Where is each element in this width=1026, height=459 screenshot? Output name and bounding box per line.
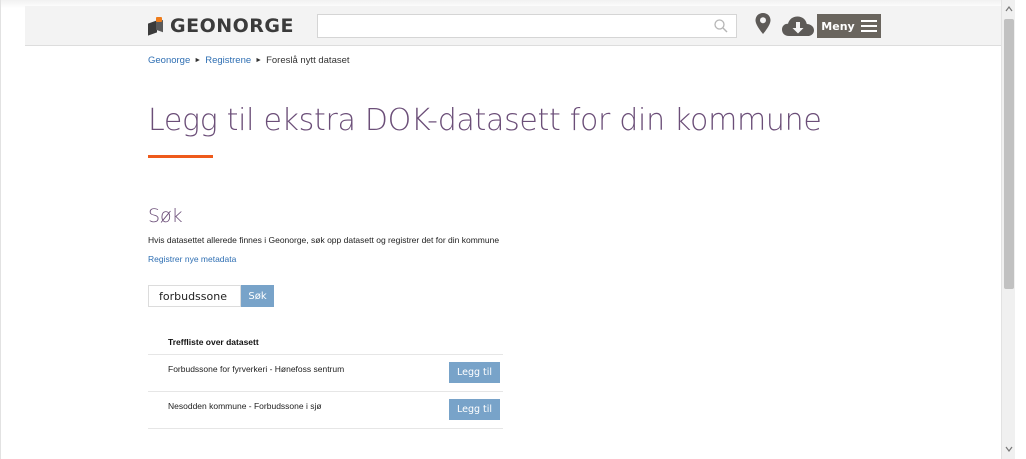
register-metadata-link[interactable]: Registrer nye metadata xyxy=(148,254,236,264)
window-edge xyxy=(1015,0,1026,459)
breadcrumb-separator: ► xyxy=(194,57,202,64)
logo-text: GEONORGE xyxy=(170,15,294,37)
result-name: Nesodden kommune - Forbudssone i sjø xyxy=(168,401,322,411)
add-dataset-button[interactable]: Legg til xyxy=(449,399,500,420)
geonorge-logo[interactable]: GEONORGE xyxy=(148,14,294,38)
cloud-download-icon[interactable] xyxy=(781,15,815,37)
scroll-up-arrow-icon[interactable] xyxy=(1004,4,1014,14)
scrollbar-thumb[interactable] xyxy=(1004,19,1014,289)
add-dataset-button[interactable]: Legg til xyxy=(449,362,500,383)
browser-window: GEONORGE Meny Geonorge ► Registrene ► Fo… xyxy=(0,0,1026,459)
breadcrumb-current: Foreslå nytt dataset xyxy=(266,55,350,66)
search-button[interactable]: Søk xyxy=(241,285,274,307)
results-table: Treffliste over datasett Forbudssone for… xyxy=(148,330,503,429)
location-pin-icon[interactable] xyxy=(754,12,772,36)
page-title: Legg til ekstra DOK-datasett for din kom… xyxy=(148,103,822,138)
breadcrumb-link-geonorge[interactable]: Geonorge xyxy=(148,55,190,66)
search-icon[interactable] xyxy=(714,19,728,33)
search-description: Hvis datasettet allerede finnes i Geonor… xyxy=(148,235,500,245)
title-underline xyxy=(148,155,213,158)
breadcrumb-separator: ► xyxy=(255,57,263,64)
result-name: Forbudssone for fyrverkeri - Hønefoss se… xyxy=(168,364,345,374)
vertical-scrollbar[interactable] xyxy=(1001,0,1015,459)
site-search-input[interactable] xyxy=(317,14,737,38)
search-section-heading: Søk xyxy=(148,205,183,227)
dataset-search-input[interactable] xyxy=(148,285,241,307)
result-row: Nesodden kommune - Forbudssone i sjø Leg… xyxy=(148,392,503,429)
result-row: Forbudssone for fyrverkeri - Hønefoss se… xyxy=(148,355,503,392)
breadcrumb: Geonorge ► Registrene ► Foreslå nytt dat… xyxy=(148,55,350,66)
menu-label: Meny xyxy=(821,19,855,33)
scroll-down-arrow-icon[interactable] xyxy=(1004,444,1014,454)
site-header: GEONORGE Meny xyxy=(25,6,1001,46)
geonorge-logo-icon xyxy=(148,17,164,36)
menu-button[interactable]: Meny xyxy=(817,14,881,38)
hamburger-icon xyxy=(860,20,877,32)
breadcrumb-link-registrene[interactable]: Registrene xyxy=(205,55,251,66)
results-header: Treffliste over datasett xyxy=(148,330,503,355)
